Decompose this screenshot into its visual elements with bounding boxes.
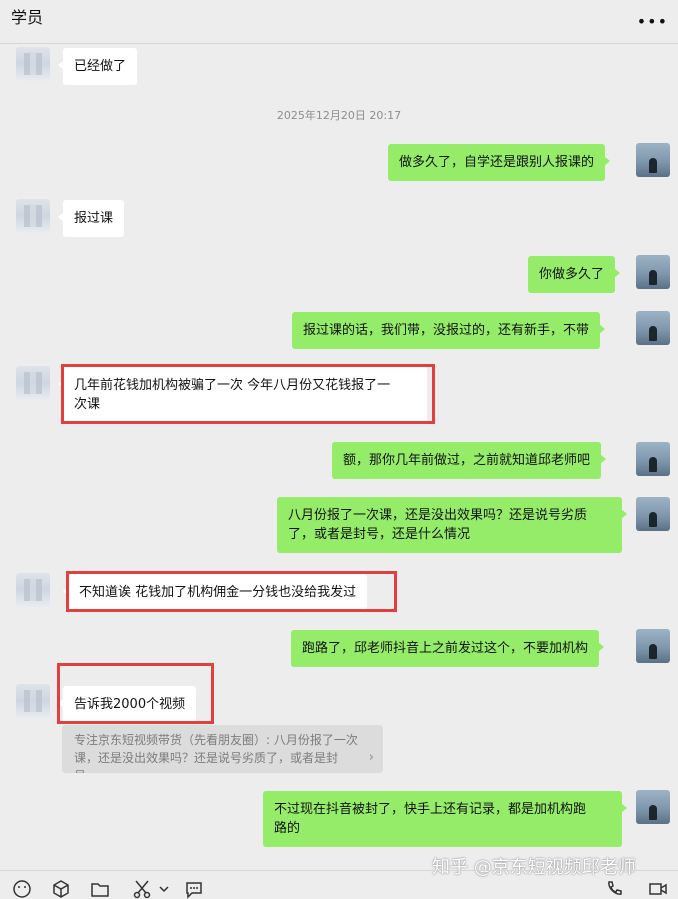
my-avatar[interactable] [636, 143, 670, 177]
more-icon[interactable]: ••• [637, 12, 668, 32]
message-bubble-received[interactable]: 已经做了 [57, 48, 138, 85]
my-avatar[interactable] [636, 255, 670, 289]
contact-avatar[interactable] [16, 366, 50, 400]
highlight-box [61, 364, 435, 424]
contact-avatar[interactable] [16, 47, 50, 81]
video-call-icon[interactable] [648, 879, 668, 899]
message-bubble-sent[interactable]: 做多久了，自学还是跟别人报课的 [388, 144, 611, 181]
chevron-down-icon[interactable] [158, 879, 170, 899]
message-timestamp: 2025年12月20日 20:17 [276, 109, 402, 122]
contact-avatar[interactable] [16, 199, 50, 233]
highlight-box [57, 663, 214, 724]
input-toolbar [0, 870, 678, 899]
quoted-message-text: 专注京东短视频带货（先看朋友圈）: 八月份报了一次课，还是没出效果吗？还是说号劣… [74, 733, 358, 773]
my-avatar[interactable] [636, 311, 670, 345]
emoji-icon[interactable] [12, 879, 32, 899]
message-bubble-sent[interactable]: 报过课的话，我们带，没报过的，还有新手，不带 [292, 312, 606, 349]
message-bubble-sent[interactable]: 不过现在抖音被封了，快手上还有记录，都是加机构跑 路的 [263, 791, 627, 847]
chat-title: 学员 [11, 8, 44, 27]
my-avatar[interactable] [636, 497, 670, 531]
highlight-box [66, 571, 397, 612]
scissors-icon[interactable] [132, 879, 152, 899]
my-avatar[interactable] [636, 790, 670, 824]
contact-avatar[interactable] [16, 684, 50, 718]
favorites-icon[interactable] [51, 879, 71, 899]
message-bubble-sent[interactable]: 额，那你几年前做过，之前就知道邱老师吧 [332, 442, 607, 479]
my-avatar[interactable] [636, 442, 670, 476]
phone-icon[interactable] [604, 879, 624, 899]
chat-history-icon[interactable] [184, 879, 204, 899]
message-bubble-received[interactable]: 报过课 [57, 200, 125, 237]
folder-icon[interactable] [90, 879, 110, 899]
my-avatar[interactable] [636, 629, 670, 663]
message-bubble-sent[interactable]: 八月份报了一次课，还是没出效果吗？还是说号劣质 了，或者是封号，还是什么情况 [277, 497, 627, 553]
chat-header: 学员 ••• [0, 0, 678, 44]
contact-avatar[interactable] [16, 573, 50, 607]
chevron-right-icon[interactable]: › [369, 749, 374, 767]
quoted-message[interactable]: 专注京东短视频带货（先看朋友圈）: 八月份报了一次课，还是没出效果吗？还是说号劣… [62, 725, 383, 773]
message-bubble-sent[interactable]: 跑路了，邱老师抖音上之前发过这个，不要加机构 [291, 630, 605, 667]
message-bubble-sent[interactable]: 你做多久了 [528, 256, 621, 293]
